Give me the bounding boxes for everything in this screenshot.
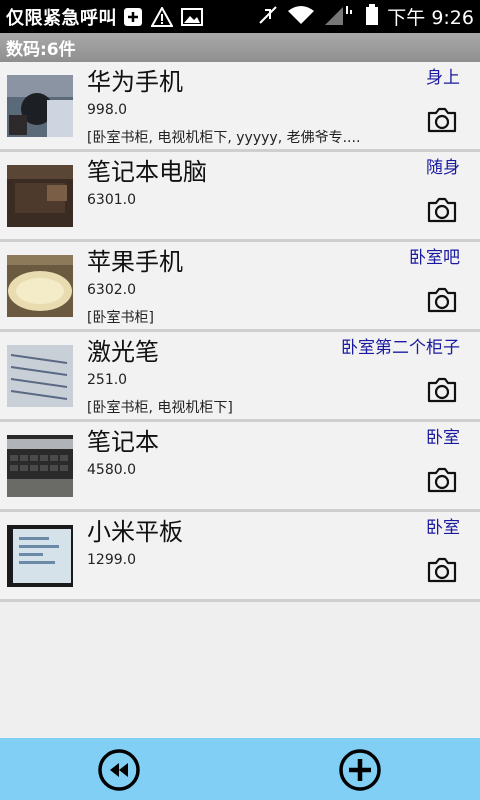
item-title: 笔记本 <box>87 428 159 456</box>
clock: 下午 9:26 <box>387 7 474 29</box>
camera-icon[interactable] <box>426 557 458 583</box>
list-item[interactable]: 笔记本电脑 6301.0 随身 <box>0 152 480 242</box>
item-location: 卧室第二个柜子 <box>341 338 460 358</box>
item-price: 6302.0 <box>87 282 136 298</box>
list-item[interactable]: 激光笔 251.0 [卧室书柜, 电视机柜下] 卧室第二个柜子 <box>0 332 480 422</box>
item-thumbnail <box>7 255 73 317</box>
item-title: 笔记本电脑 <box>87 158 207 186</box>
status-bar: 仅限紧急呼叫 下午 9:26 <box>0 0 480 33</box>
item-price: 4580.0 <box>87 462 136 478</box>
list-item[interactable]: 华为手机 998.0 [卧室书柜, 电视机柜下, yyyyy, 老佛爷专....… <box>0 62 480 152</box>
item-location: 身上 <box>426 68 460 88</box>
bottom-toolbar <box>0 738 480 800</box>
list-item[interactable]: 笔记本 4580.0 卧室 <box>0 422 480 512</box>
item-thumbnail <box>7 165 73 227</box>
item-price: 998.0 <box>87 102 128 118</box>
image-icon <box>181 7 203 27</box>
add-item-button[interactable] <box>338 748 382 792</box>
item-tags: [卧室书柜] <box>87 310 154 326</box>
camera-icon[interactable] <box>426 107 458 133</box>
add-box-icon <box>123 7 143 27</box>
item-location: 卧室 <box>426 518 460 538</box>
item-location: 卧室 <box>426 428 460 448</box>
camera-icon[interactable] <box>426 377 458 403</box>
item-price: 6301.0 <box>87 192 136 208</box>
rewind-icon <box>98 749 140 791</box>
signal-icon <box>323 4 357 30</box>
category-count-title: 数码:6件 <box>6 40 76 60</box>
list-item[interactable]: 小米平板 1299.0 卧室 <box>0 512 480 602</box>
item-price: 251.0 <box>87 372 128 388</box>
item-tags: [卧室书柜, 电视机柜下] <box>87 400 233 416</box>
item-title: 小米平板 <box>87 518 183 546</box>
item-thumbnail <box>7 345 73 407</box>
carrier-text: 仅限紧急呼叫 <box>6 7 117 29</box>
item-thumbnail <box>7 525 73 587</box>
item-thumbnail <box>7 435 73 497</box>
wifi-icon <box>287 5 315 29</box>
camera-icon[interactable] <box>426 197 458 223</box>
category-header: 数码:6件 <box>0 33 480 62</box>
item-location: 随身 <box>426 158 460 178</box>
plus-icon <box>339 749 381 791</box>
list-item[interactable]: 苹果手机 6302.0 [卧室书柜] 卧室吧 <box>0 242 480 332</box>
rewind-back-button[interactable] <box>97 748 141 792</box>
camera-icon[interactable] <box>426 467 458 493</box>
notification-icons <box>123 6 203 27</box>
battery-icon <box>365 3 379 30</box>
item-price: 1299.0 <box>87 552 136 568</box>
mute-icon <box>257 4 279 30</box>
item-thumbnail <box>7 75 73 137</box>
item-title: 激光笔 <box>87 338 159 366</box>
warning-icon <box>151 6 173 27</box>
item-tags: [卧室书柜, 电视机柜下, yyyyy, 老佛爷专.... <box>87 130 361 146</box>
camera-icon[interactable] <box>426 287 458 313</box>
item-location: 卧室吧 <box>409 248 460 268</box>
item-title: 华为手机 <box>87 68 183 96</box>
item-list[interactable]: 华为手机 998.0 [卧室书柜, 电视机柜下, yyyyy, 老佛爷专....… <box>0 62 480 602</box>
item-title: 苹果手机 <box>87 248 183 276</box>
